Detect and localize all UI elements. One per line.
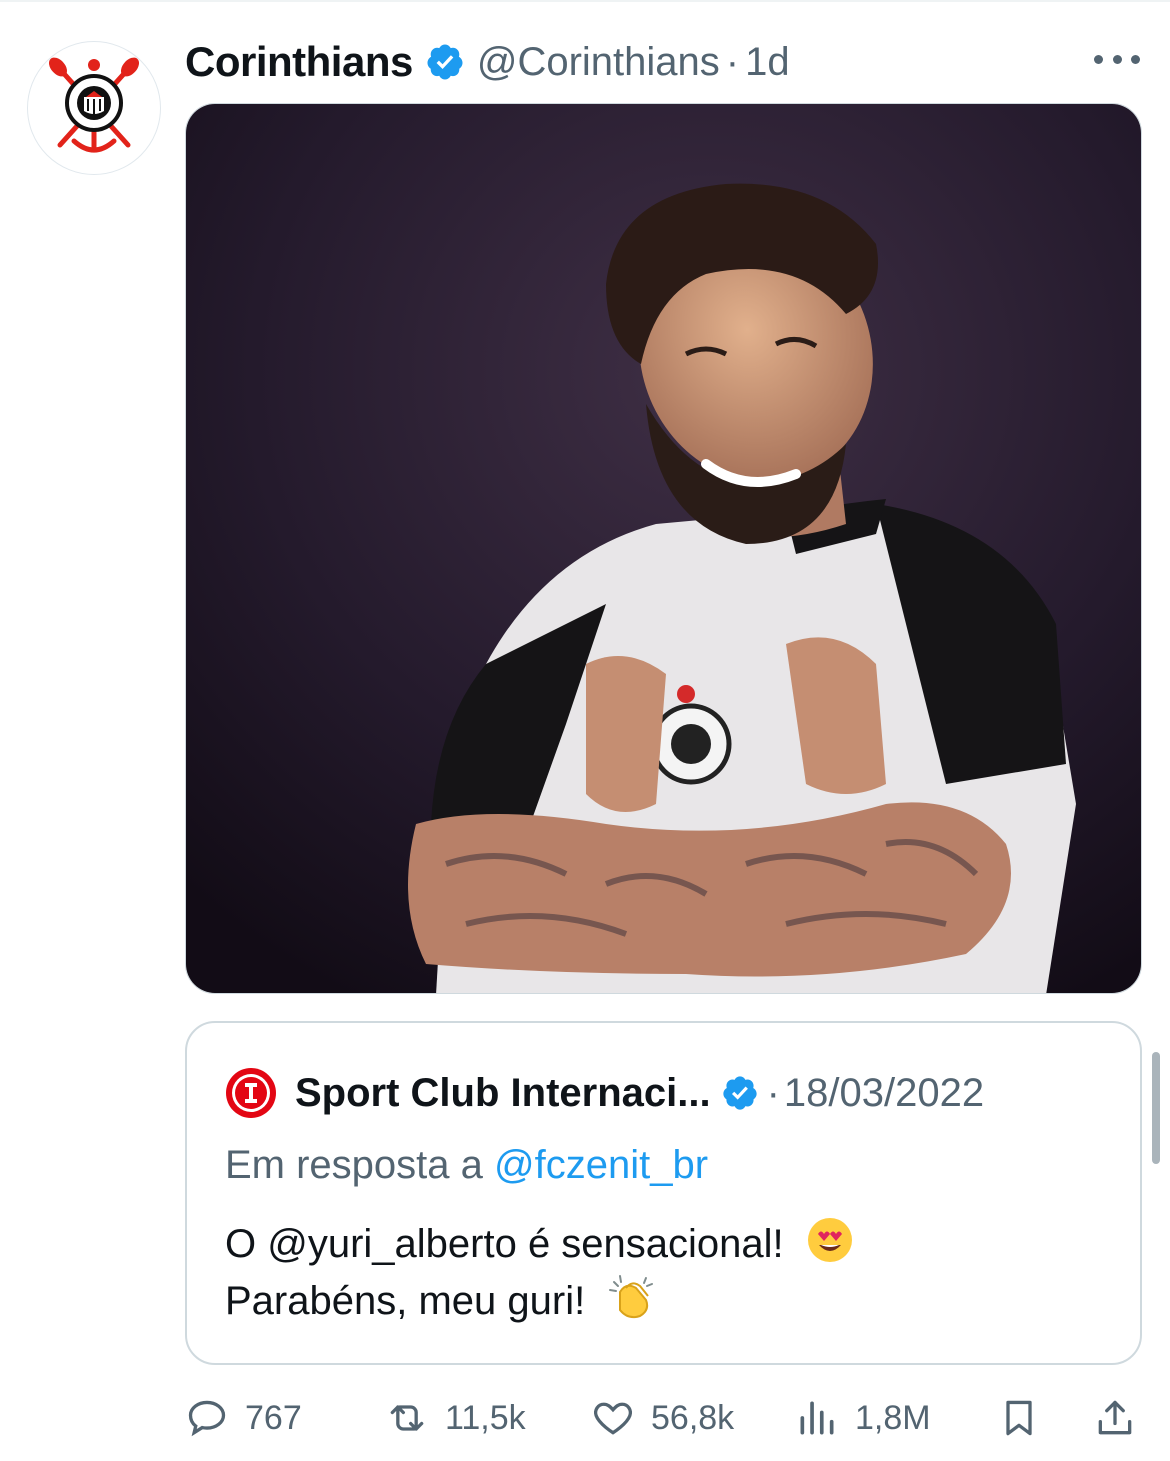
reply-handle-link[interactable]: @fczenit_br: [494, 1143, 708, 1187]
reply-button[interactable]: 767: [185, 1390, 302, 1446]
quoted-tweet-header: Sport Club Internaci... · 18/03/2022: [223, 1065, 985, 1121]
separator-dot: ·: [766, 1070, 780, 1115]
views-count: 1,8M: [855, 1398, 931, 1437]
author-avatar[interactable]: [27, 41, 161, 175]
more-icon[interactable]: [1094, 52, 1140, 66]
tweet-header: Corinthians @Corinthians · 1d: [185, 36, 790, 88]
quoted-text-line1: O @yuri_alberto é sensacional!: [225, 1222, 784, 1266]
views-button[interactable]: 1,8M: [795, 1390, 931, 1446]
retweet-count: 11,5k: [445, 1398, 526, 1437]
quoted-tweet[interactable]: Sport Club Internaci... · 18/03/2022 Em …: [185, 1021, 1142, 1365]
quoted-author-name: Sport Club Internaci...: [295, 1070, 711, 1115]
scrollbar[interactable]: [1152, 1052, 1160, 1164]
share-icon: [1098, 1400, 1132, 1435]
reply-context: Em resposta a @fczenit_br: [225, 1143, 708, 1188]
quoted-tweet-date: 18/03/2022: [783, 1070, 985, 1115]
internacional-crest-icon: [223, 1065, 279, 1121]
retweet-button[interactable]: 11,5k: [385, 1390, 526, 1446]
tweet-timestamp[interactable]: 1d: [745, 40, 790, 85]
quoted-text-line2: Parabéns, meu guri!: [225, 1279, 586, 1323]
reply-icon: [188, 1400, 226, 1437]
verified-badge-icon: [722, 1076, 757, 1110]
verified-badge-icon: [427, 44, 463, 80]
author-display-name[interactable]: Corinthians: [185, 38, 413, 86]
views-chart-icon: [800, 1401, 834, 1435]
tweet-image[interactable]: [185, 103, 1142, 994]
like-button[interactable]: 56,8k: [591, 1390, 734, 1446]
bookmark-icon: [1006, 1400, 1032, 1436]
reply-prefix: Em resposta a: [225, 1143, 483, 1187]
bookmark-button[interactable]: [997, 1390, 1041, 1446]
corinthians-crest-icon: [48, 57, 140, 153]
action-bar: 767 11,5k 56,8k 1,8M: [185, 1390, 1145, 1446]
heart-eyes-emoji-icon: [807, 1218, 852, 1262]
quoted-tweet-text: O @yuri_alberto é sensacional! Parabéns,…: [225, 1215, 855, 1329]
author-handle[interactable]: @Corinthians: [477, 40, 720, 85]
player-photo: [186, 104, 1141, 993]
retweet-icon: [390, 1405, 424, 1431]
share-button[interactable]: [1093, 1390, 1137, 1446]
like-count: 56,8k: [651, 1398, 735, 1437]
top-divider: [0, 0, 1170, 2]
heart-icon: [594, 1402, 632, 1435]
quoted-author-avatar: [223, 1065, 279, 1121]
separator-dot: ·: [725, 39, 740, 84]
clapping-hands-emoji-icon: [609, 1275, 654, 1319]
reply-count: 767: [245, 1398, 302, 1437]
